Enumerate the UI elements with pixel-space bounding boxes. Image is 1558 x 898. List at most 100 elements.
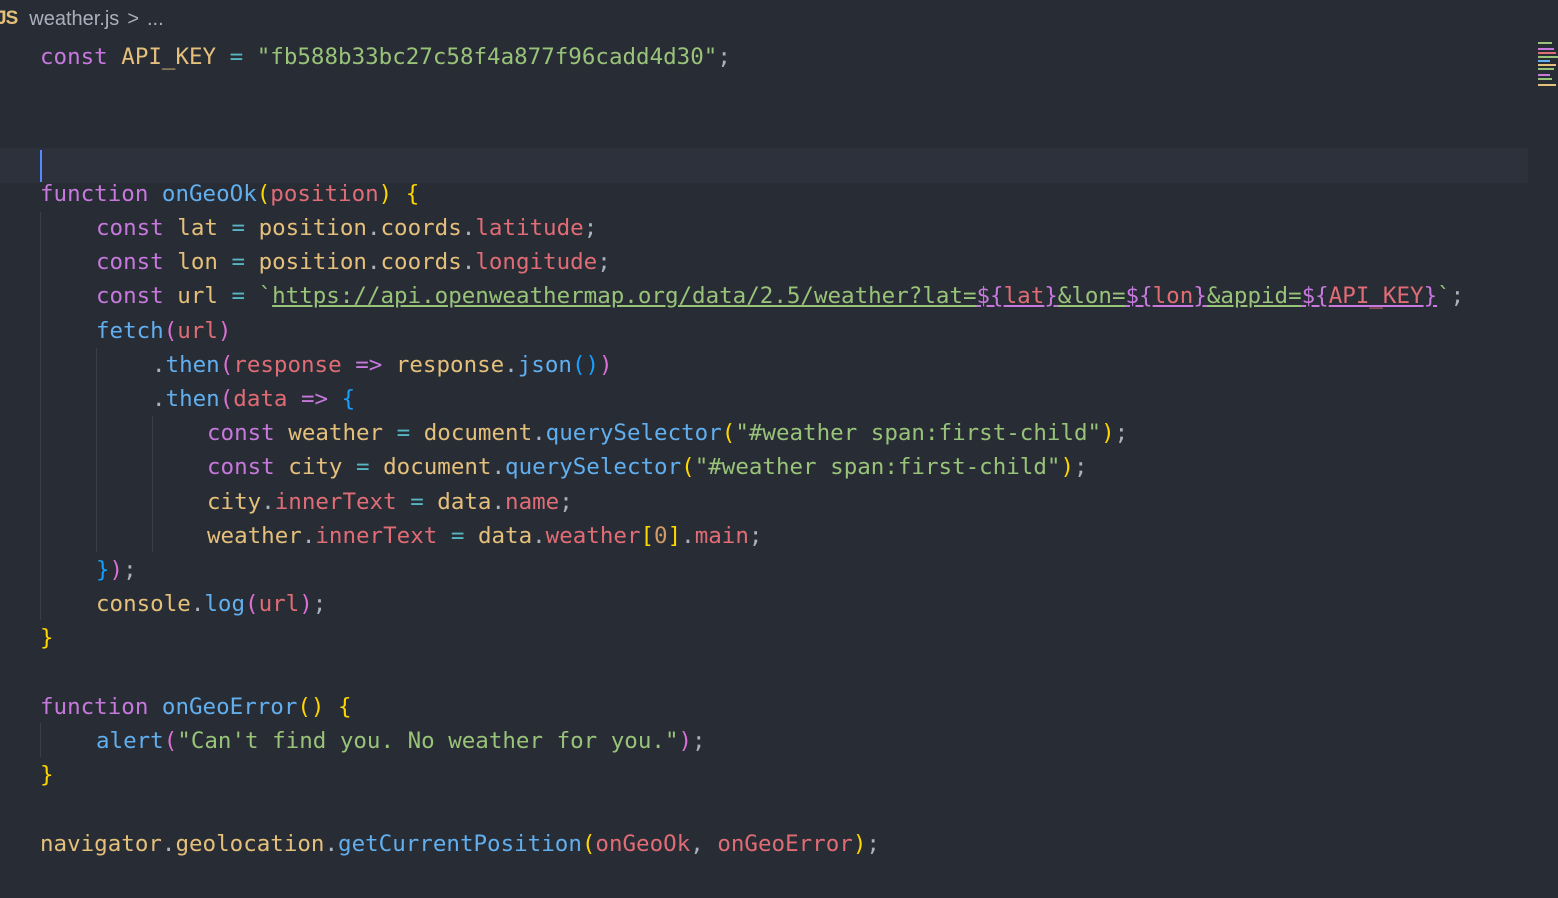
punctuation: . — [301, 523, 316, 549]
string: "fb588b33bc27c58f4a877f96cadd4d30" — [256, 44, 718, 70]
bracket: [ — [640, 523, 655, 549]
function-call: alert — [96, 728, 164, 754]
punctuation: ; — [123, 557, 137, 583]
bracket: ) — [378, 181, 393, 207]
code-line-15: weather.innerText = data.weather[0].main… — [207, 519, 762, 553]
bracket: ( — [163, 728, 178, 754]
punctuation: ; — [692, 728, 706, 754]
punctuation: ; — [559, 489, 573, 515]
code-line-17: console.log(url); — [96, 587, 326, 621]
punctuation: ; — [748, 523, 763, 549]
punctuation: . — [161, 831, 176, 857]
punctuation: . — [491, 489, 506, 515]
minimap-line — [1538, 84, 1556, 86]
chevron-right-icon: > — [127, 7, 139, 30]
parameter: response — [233, 352, 342, 378]
code-editor[interactable]: const API_KEY = "fb588b33bc27c58f4a877f9… — [0, 40, 1528, 898]
bracket: ( — [219, 352, 234, 378]
bracket: ) — [217, 318, 232, 344]
punctuation: . — [261, 489, 275, 515]
breadcrumb-file-name[interactable]: weather.js — [29, 8, 119, 31]
property: latitude — [475, 215, 584, 241]
code-line-12: const weather = document.querySelector("… — [207, 416, 1128, 450]
bracket: ) — [1060, 454, 1074, 480]
punctuation: ; — [597, 249, 611, 275]
operator: = — [396, 489, 438, 515]
property: longitude — [475, 249, 598, 275]
method: json — [517, 352, 572, 378]
interpolation-open: ${ — [1125, 283, 1153, 309]
number: 0 — [654, 523, 668, 549]
keyword: const — [96, 215, 164, 241]
minimap-line — [1538, 56, 1558, 58]
punctuation: . — [152, 352, 166, 378]
parameter: data — [233, 386, 288, 412]
property: weather — [545, 523, 641, 549]
bracket: } — [40, 625, 54, 651]
template-tick: ` — [258, 283, 273, 309]
url-link[interactable]: &appid= — [1207, 283, 1302, 309]
code-line-5: function onGeoOk(position) { — [40, 177, 419, 211]
bracket: () — [297, 694, 325, 720]
operator: = — [342, 454, 384, 480]
code-line-10: .then(response => response.json()) — [152, 348, 613, 382]
object: data — [437, 489, 492, 515]
minimap[interactable] — [1538, 40, 1558, 90]
punctuation: ; — [717, 44, 731, 70]
punctuation: . — [152, 386, 166, 412]
bracket: ) — [599, 352, 613, 378]
code-line-21: alert("Can't find you. No weather for yo… — [96, 724, 706, 758]
argument: onGeoOk — [595, 831, 691, 857]
punctuation: ; — [1114, 420, 1129, 446]
keyword: function — [40, 694, 149, 720]
indent-guide — [40, 723, 41, 757]
keyword: const — [96, 249, 164, 275]
identifier: weather — [288, 420, 384, 446]
url-link[interactable]: https://api.openweathermap.org/data/2.5/… — [272, 283, 976, 309]
keyword: const — [40, 44, 108, 70]
operator: = — [217, 283, 259, 309]
method: then — [165, 386, 220, 412]
bracket: () — [571, 352, 600, 378]
string: "#weather span:first-child" — [735, 420, 1102, 446]
operator: = — [217, 215, 259, 241]
breadcrumb-symbols[interactable]: ... — [147, 8, 164, 31]
bracket: ( — [219, 386, 234, 412]
identifier: lon — [177, 249, 218, 275]
code-line-20: function onGeoError() { — [40, 690, 352, 724]
object: response — [395, 352, 505, 378]
object: position — [258, 215, 367, 241]
interpolation-close: } — [1423, 283, 1438, 309]
bracket: ( — [581, 831, 596, 857]
property: name — [505, 489, 560, 515]
object: navigator — [40, 831, 162, 857]
punctuation: ; — [866, 831, 880, 857]
bracket: { — [324, 694, 352, 720]
punctuation: . — [366, 215, 381, 241]
property: main — [694, 523, 749, 549]
operator: = — [216, 44, 257, 70]
url-link[interactable]: &lon= — [1058, 283, 1126, 309]
property: coords — [380, 215, 462, 241]
minimap-line — [1538, 74, 1550, 76]
minimap-line — [1538, 68, 1554, 70]
bracket: } — [40, 762, 54, 788]
punctuation: , — [690, 831, 718, 857]
punctuation: ; — [583, 215, 598, 241]
keyword: const — [207, 454, 275, 480]
arrow: => — [341, 352, 396, 378]
minimap-line — [1538, 64, 1556, 66]
argument: onGeoError — [717, 831, 853, 857]
minimap-line — [1538, 48, 1554, 50]
bracket: ( — [721, 420, 736, 446]
punctuation: . — [366, 249, 381, 275]
bracket: ) — [109, 557, 124, 583]
operator: = — [217, 249, 259, 275]
bracket: ) — [678, 728, 693, 754]
bracket: ( — [163, 318, 178, 344]
bracket: ) — [852, 831, 867, 857]
punctuation: . — [681, 523, 695, 549]
argument: url — [177, 318, 218, 344]
code-line-11: .then(data => { — [152, 382, 355, 416]
bracket: ) — [299, 591, 313, 617]
